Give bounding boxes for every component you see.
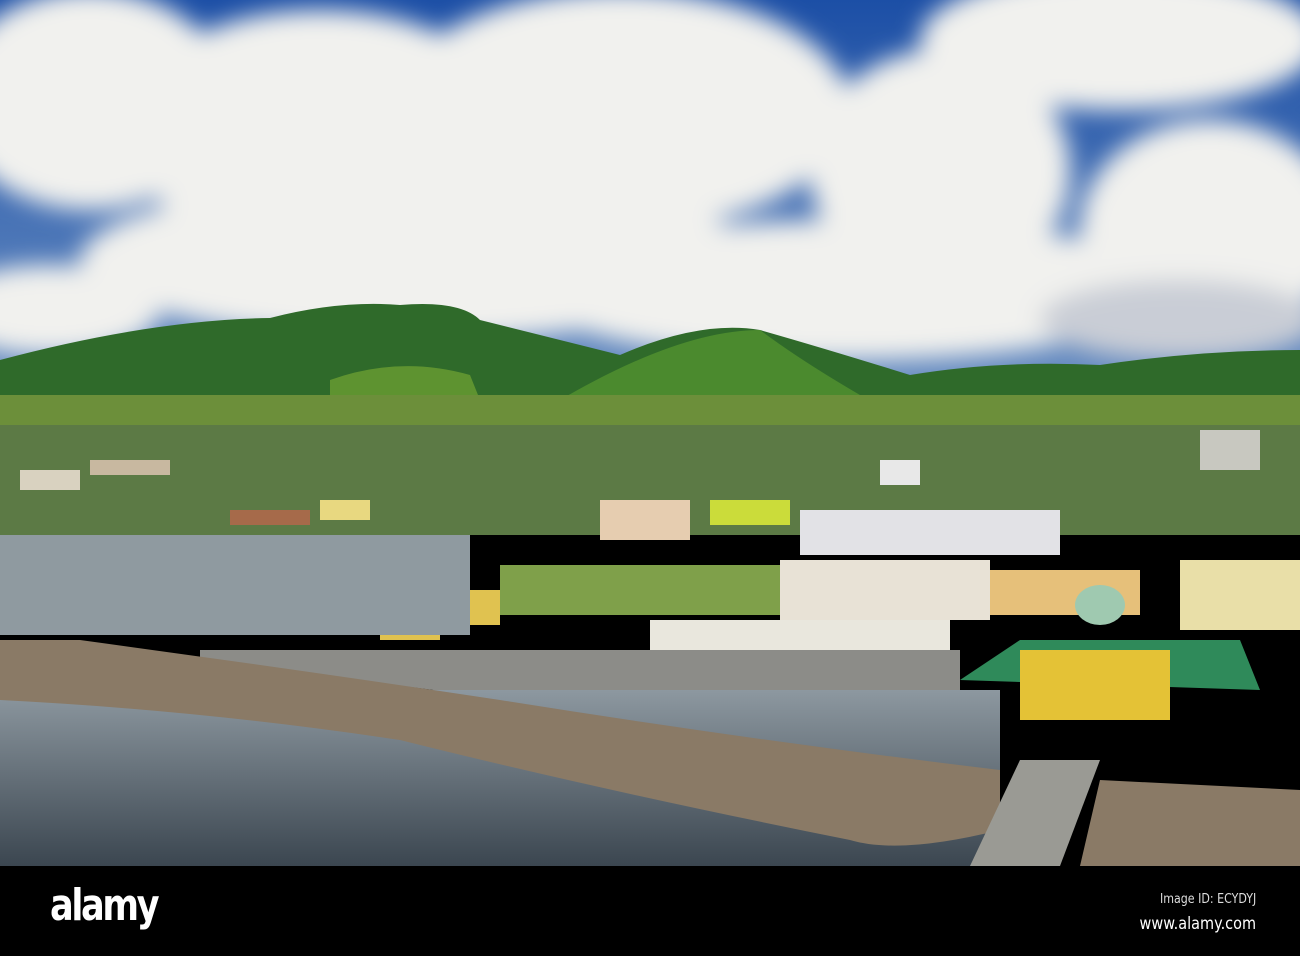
stock-photo: alamy Image ID: ECYDYJ www.alamy.com: [0, 0, 1300, 956]
harbor-water: [0, 535, 470, 635]
site-url: www.alamy.com: [1139, 914, 1256, 934]
alamy-logo: alamy: [50, 880, 160, 931]
field: [500, 565, 780, 615]
image-id: Image ID: ECYDYJ: [1159, 892, 1256, 907]
clouds: [0, 0, 1300, 360]
harbor-town-photo: [0, 0, 1300, 866]
watermark-banner: alamy Image ID: ECYDYJ www.alamy.com: [0, 866, 1300, 956]
